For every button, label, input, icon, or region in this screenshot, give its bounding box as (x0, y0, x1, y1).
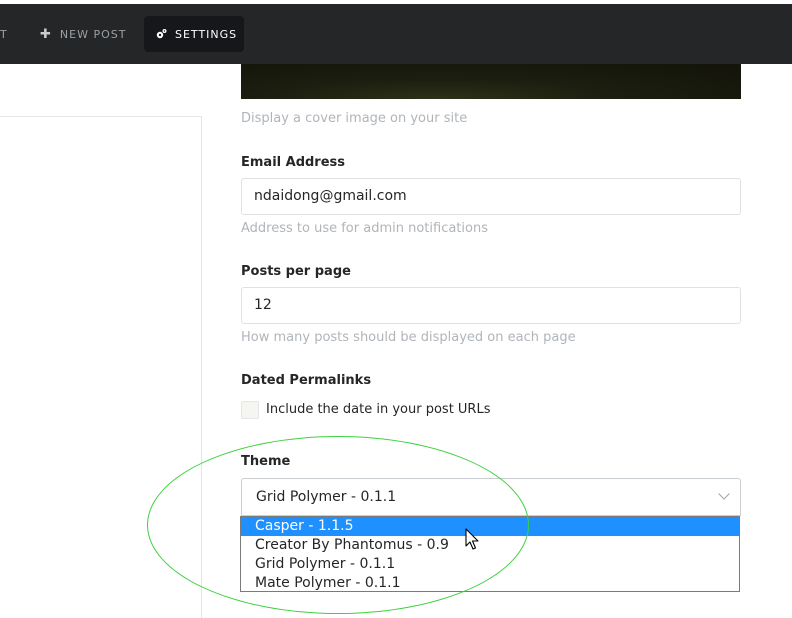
nav-new-post[interactable]: ✚ NEW POST (40, 18, 126, 50)
nav-new-post-label: NEW POST (59, 27, 127, 41)
theme-option[interactable]: Creator By Phantomus - 0.9 (241, 536, 739, 555)
nav-item-truncated-label: T (0, 27, 8, 41)
dated-permalinks-checkbox-label[interactable]: Include the date in your post URLs (266, 402, 491, 417)
theme-option[interactable]: Casper - 1.1.5 (241, 517, 739, 536)
settings-page: T ✚ NEW POST SETTINGS Display a cover im… (0, 0, 792, 618)
posts-per-page-label: Posts per page (241, 264, 351, 279)
navbar: T ✚ NEW POST SETTINGS (0, 4, 792, 64)
chevron-down-icon (718, 488, 730, 500)
left-settings-panel (0, 116, 202, 618)
theme-select-value: Grid Polymer - 0.1.1 (256, 489, 397, 505)
dated-permalinks-checkbox[interactable] (241, 401, 259, 419)
cover-image[interactable] (241, 64, 741, 99)
theme-select[interactable]: Grid Polymer - 0.1.1 (241, 478, 741, 516)
email-field[interactable]: ndaidong@gmail.com (241, 178, 741, 215)
gear-icon (155, 28, 167, 40)
posts-per-page-help-text: How many posts should be displayed on ea… (241, 330, 576, 345)
email-label: Email Address (241, 155, 346, 170)
nav-settings-label: SETTINGS (175, 27, 238, 41)
dated-permalinks-label: Dated Permalinks (241, 373, 372, 388)
plus-icon: ✚ (40, 26, 52, 41)
theme-label: Theme (241, 454, 291, 469)
nav-settings[interactable]: SETTINGS (144, 16, 244, 52)
theme-dropdown-list: Casper - 1.1.5 Creator By Phantomus - 0.… (240, 516, 740, 592)
theme-option[interactable]: Mate Polymer - 0.1.1 (241, 574, 739, 593)
nav-item-truncated[interactable]: T (0, 18, 12, 50)
theme-option[interactable]: Grid Polymer - 0.1.1 (241, 555, 739, 574)
email-help-text: Address to use for admin notifications (241, 221, 488, 236)
cover-help-text: Display a cover image on your site (241, 111, 468, 126)
posts-per-page-field[interactable]: 12 (241, 287, 741, 324)
mouse-cursor-icon (465, 528, 479, 550)
